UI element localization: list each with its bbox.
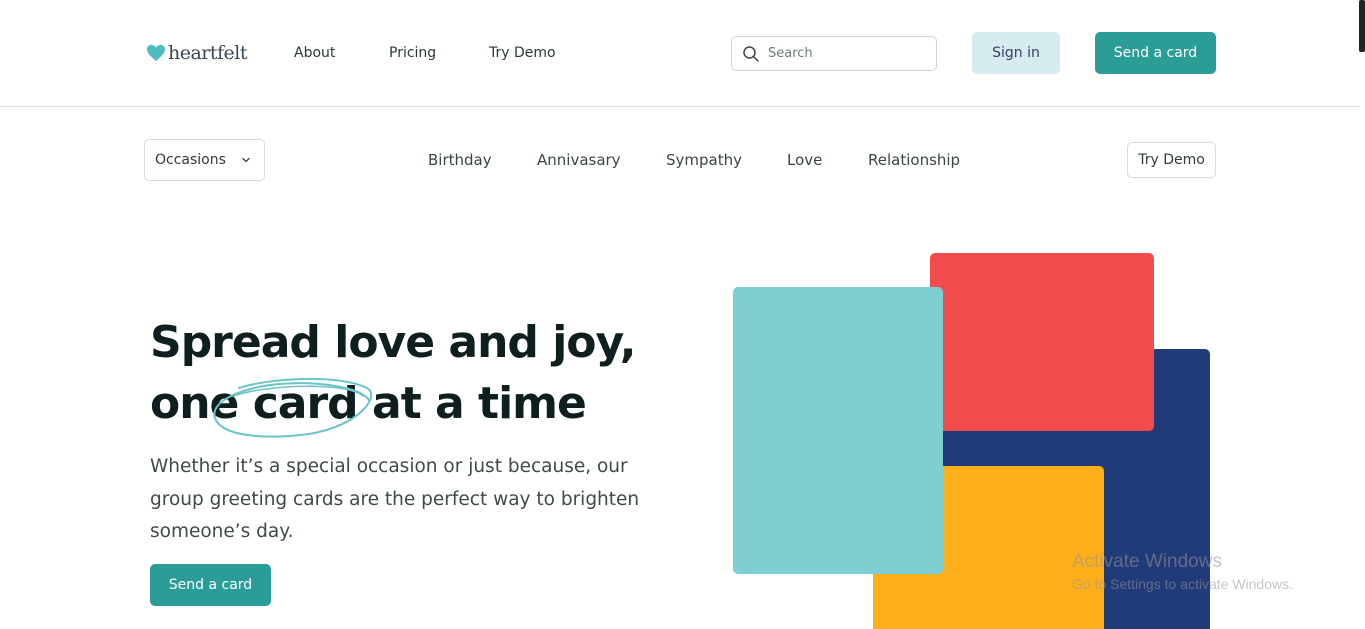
chevron-down-icon xyxy=(242,157,250,163)
nav-pricing-link[interactable]: Pricing xyxy=(389,45,436,61)
send-card-header-button[interactable]: Send a card xyxy=(1095,32,1216,74)
activate-windows-watermark: Activate Windows Go to Settings to activ… xyxy=(1072,551,1293,592)
card-illustration-teal xyxy=(733,287,943,574)
nav-try-demo-link[interactable]: Try Demo xyxy=(489,45,556,61)
category-sympathy-link[interactable]: Sympathy xyxy=(666,151,742,169)
site-header: heartfelt About Pricing Try Demo Sign in… xyxy=(0,0,1360,107)
logo-text: heartfelt xyxy=(168,42,248,64)
card-illustration-red xyxy=(930,253,1154,431)
occasions-dropdown[interactable]: Occasions xyxy=(144,139,265,181)
search-icon xyxy=(743,45,759,62)
send-card-hero-button[interactable]: Send a card xyxy=(150,564,271,606)
search-input[interactable] xyxy=(768,46,918,61)
occasions-label: Occasions xyxy=(155,152,226,168)
category-birthday-link[interactable]: Birthday xyxy=(428,151,492,169)
heart-icon xyxy=(147,44,165,61)
hero-title-line-1: Spread love and joy, xyxy=(150,317,637,368)
hero-title-line-2: one card at a time xyxy=(150,378,587,429)
scrollbar-thumb[interactable] xyxy=(1359,0,1365,52)
category-relationship-link[interactable]: Relationship xyxy=(868,151,960,169)
search-box[interactable] xyxy=(731,36,937,71)
watermark-subtitle: Go to Settings to activate Windows. xyxy=(1072,576,1293,592)
sign-in-button[interactable]: Sign in xyxy=(972,32,1060,74)
watermark-title: Activate Windows xyxy=(1072,551,1222,572)
hero-title: Spread love and joy, one card at a time xyxy=(150,312,637,434)
try-demo-button[interactable]: Try Demo xyxy=(1127,142,1216,178)
nav-about-link[interactable]: About xyxy=(294,45,335,61)
category-love-link[interactable]: Love xyxy=(787,151,822,169)
category-anniversary-link[interactable]: Annivasary xyxy=(537,151,621,169)
hero-subtitle: Whether it’s a special occasion or just … xyxy=(150,456,640,542)
logo[interactable]: heartfelt xyxy=(146,42,248,64)
